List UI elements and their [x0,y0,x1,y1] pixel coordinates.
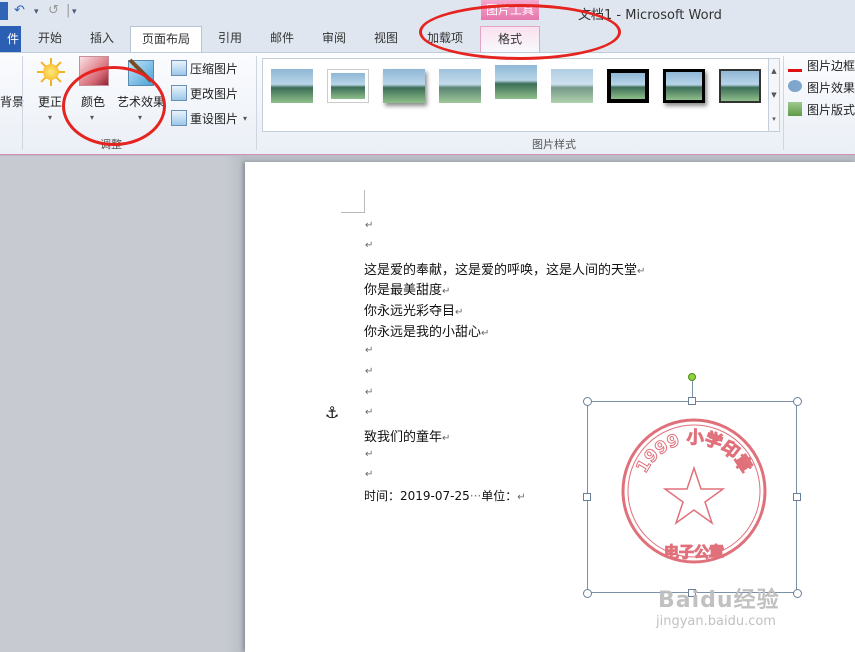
compress-pictures-button[interactable]: 压缩图片 [190,60,238,77]
picture-style-thumb[interactable] [439,69,481,103]
tab-insert[interactable]: 插入 [80,26,124,52]
gallery-scrollbar[interactable]: ▲ ▼ ▾ [768,59,779,131]
document-gutter [0,156,245,652]
document-line[interactable]: 你是最美甜度↵ [364,279,450,298]
qat-separator: | [66,3,71,18]
change-picture-icon[interactable] [171,85,187,101]
undo-dropdown-icon[interactable]: ▾ [34,7,39,17]
redo-icon[interactable]: ↺ [48,3,59,18]
gallery-down-icon[interactable]: ▼ [769,83,779,107]
paragraph-mark: ↵ [365,469,374,480]
picture-border-icon[interactable] [788,58,802,72]
compress-pictures-icon[interactable] [171,60,187,76]
customize-qat-icon[interactable]: ▾ [72,7,77,17]
resize-handle-bottom-left[interactable] [583,589,592,598]
resize-handle-left[interactable] [583,493,591,501]
tab-file[interactable]: 件 [0,26,21,52]
document-line[interactable]: 你永远是我的小甜心↵ [364,321,489,340]
annotation-ellipse-format-tab [419,4,621,60]
paragraph-mark: ↵ [365,240,374,251]
group-separator [783,56,784,150]
paragraph-mark: ↵ [365,345,374,356]
document-line[interactable]: 你永远光彩夺目↵ [364,300,463,319]
date-unit-line[interactable]: 时间：2019-07-25···单位：↵ [364,487,526,504]
seal-stamp-image[interactable]: 1999 小学印章 电子公章 [619,416,769,566]
paragraph-mark: ↵ [365,366,374,377]
picture-style-thumb[interactable] [271,69,313,103]
reset-picture-dropdown-icon[interactable]: ▾ [243,114,247,123]
tab-home[interactable]: 开始 [27,26,73,52]
group-separator [256,56,257,150]
tab-references[interactable]: 引用 [208,26,252,52]
picture-style-thumb[interactable] [719,69,761,103]
document-line[interactable]: 致我们的童年↵ [364,426,450,445]
seal-bottom-text: 电子公章 [664,543,724,561]
paragraph-mark: ↵ [365,407,374,418]
tab-view[interactable]: 视图 [364,26,408,52]
time-label: 时间： [364,489,401,503]
picture-style-thumb[interactable] [551,69,593,103]
baidu-watermark: Baidu经验 jingyan.baidu.com [650,580,820,640]
unit-label: 单位： [481,489,518,503]
reset-picture-button[interactable]: 重设图片 [190,110,238,127]
corrections-dropdown-icon[interactable]: ▾ [48,113,52,122]
picture-layout-button[interactable]: 图片版式 [807,101,855,118]
seal-star-icon [662,465,726,525]
styles-group-caption: 图片样式 [532,138,576,151]
annotation-ellipse-color [62,66,166,146]
corrections-icon[interactable] [37,58,65,86]
remove-background-label[interactable]: 背景 [0,93,24,110]
margin-corner-mark [341,190,365,213]
picture-style-thumb[interactable] [383,69,425,103]
time-value: 2019-07-25 [400,489,470,503]
picture-layout-icon[interactable] [788,102,802,116]
tab-review[interactable]: 审阅 [312,26,356,52]
picture-style-thumb[interactable] [663,69,705,103]
change-picture-button[interactable]: 更改图片 [190,85,238,102]
save-icon[interactable] [0,2,8,20]
reset-picture-icon[interactable] [171,110,187,126]
resize-handle-top[interactable] [688,397,696,405]
paragraph-mark: ↵ [365,449,374,460]
picture-style-thumb[interactable] [495,65,537,99]
picture-style-thumb[interactable] [607,69,649,103]
picture-effects-icon[interactable] [788,80,802,92]
anchor-icon: ⚓ [325,403,340,422]
gallery-up-icon[interactable]: ▲ [769,59,779,83]
rotation-handle[interactable] [688,373,696,381]
tab-mailings[interactable]: 邮件 [260,26,304,52]
paragraph-mark: ↵ [365,387,374,398]
resize-handle-top-right[interactable] [793,397,802,406]
resize-handle-top-left[interactable] [583,397,592,406]
paragraph-mark: ↵ [365,220,374,231]
document-line[interactable]: 这是爱的奉献，这是爱的呼唤，这是人间的天堂↵ [364,259,645,278]
resize-handle-right[interactable] [793,493,801,501]
picture-style-thumb[interactable] [327,69,369,103]
spacer-dots: ··· [469,489,482,503]
picture-styles-gallery: ▲ ▼ ▾ [262,58,780,132]
baidu-url: jingyan.baidu.com [656,614,776,629]
group-separator [22,56,23,150]
undo-icon[interactable]: ↶ [14,3,25,18]
corrections-button[interactable]: 更正 [38,93,62,110]
picture-border-button[interactable]: 图片边框 [807,57,855,74]
picture-effects-button[interactable]: 图片效果 [807,79,855,96]
baidu-logo: Baidu经验 [658,588,780,613]
gallery-more-icon[interactable]: ▾ [769,107,779,131]
tab-page-layout[interactable]: 页面布局 [130,26,202,52]
